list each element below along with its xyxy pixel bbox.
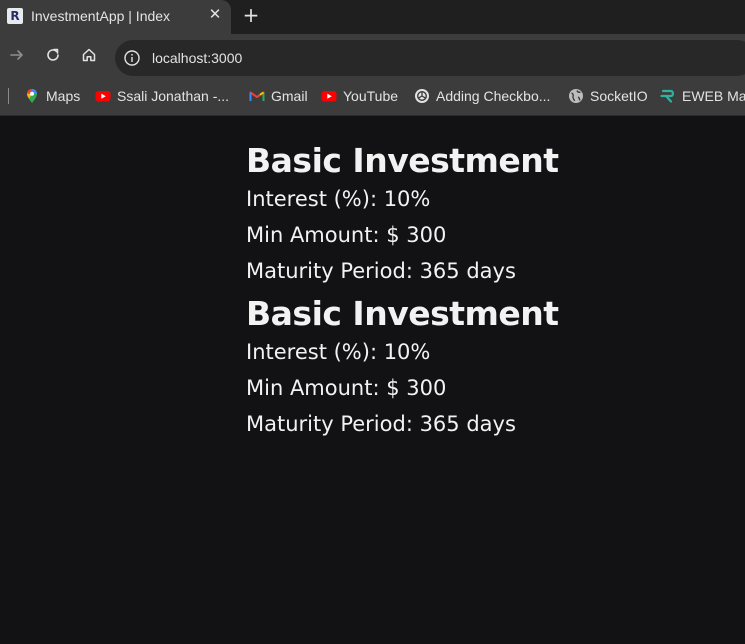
- maps-pin-icon: [27, 89, 37, 103]
- eweb-icon: [660, 89, 674, 103]
- bookmark-socketio[interactable]: SocketIO: [568, 87, 648, 105]
- bookmark-youtube[interactable]: YouTube: [321, 87, 398, 105]
- page-content: Basic Investment Interest (%): 10% Min A…: [0, 117, 745, 644]
- browser-tab[interactable]: R InvestmentApp | Index ✕: [0, 0, 231, 34]
- browser-toolbar: localhost:3000: [0, 34, 745, 76]
- close-tab-icon[interactable]: ✕: [207, 7, 223, 23]
- bookmark-label: Maps: [46, 88, 81, 104]
- youtube-icon: [321, 91, 337, 102]
- address-bar[interactable]: localhost:3000: [115, 40, 745, 76]
- gmail-icon: [249, 91, 265, 102]
- bookmarks-bar: Maps Ssali Jonathan -... Gmail YouTube A…: [0, 76, 745, 116]
- bookmark-ssali-jonathan[interactable]: Ssali Jonathan -...: [95, 87, 229, 105]
- bookmark-label: EWEB Ma: [682, 88, 745, 104]
- plan-maturity: Maturity Period: 365 days: [246, 412, 516, 436]
- plan-title: Basic Investment: [246, 294, 559, 333]
- url-text[interactable]: localhost:3000: [152, 50, 242, 66]
- bookmark-label: Ssali Jonathan -...: [117, 88, 230, 104]
- reload-button[interactable]: [44, 46, 62, 64]
- tab-strip: R InvestmentApp | Index ✕ +: [0, 0, 745, 34]
- bookmark-maps[interactable]: Maps: [24, 87, 80, 105]
- bookmarks-separator: [8, 88, 9, 104]
- plan-maturity: Maturity Period: 365 days: [246, 259, 516, 283]
- bookmark-eweb[interactable]: EWEB Ma: [660, 87, 745, 105]
- home-icon: [82, 48, 96, 62]
- favicon-letter: R: [10, 9, 20, 23]
- investment-plan: Basic Investment Interest (%): 10% Min A…: [246, 141, 559, 289]
- bookmark-adding-checkbox[interactable]: Adding Checkbo...: [414, 87, 550, 105]
- reload-icon: [47, 48, 59, 61]
- globe-icon: [569, 89, 583, 103]
- bookmark-label: SocketIO: [590, 88, 648, 104]
- bookmark-gmail[interactable]: Gmail: [249, 87, 308, 105]
- arrow-right-icon: [10, 50, 23, 60]
- investment-plan: Basic Investment Interest (%): 10% Min A…: [246, 294, 559, 442]
- app-favicon-icon: R: [7, 8, 23, 24]
- plan-title: Basic Investment: [246, 141, 559, 180]
- plan-min-amount: Min Amount: $ 300: [246, 376, 447, 400]
- new-tab-button[interactable]: +: [242, 5, 260, 25]
- home-button[interactable]: [80, 46, 98, 64]
- forward-button[interactable]: [8, 46, 26, 64]
- bookmark-label: Gmail: [271, 88, 308, 104]
- openai-icon: [415, 89, 429, 103]
- plan-interest: Interest (%): 10%: [246, 187, 431, 211]
- youtube-icon: [95, 91, 111, 102]
- tab-title: InvestmentApp | Index: [31, 8, 171, 24]
- plan-interest: Interest (%): 10%: [246, 340, 431, 364]
- bookmark-label: YouTube: [343, 88, 399, 104]
- site-info-icon[interactable]: [123, 49, 141, 67]
- bookmark-label: Adding Checkbo...: [436, 88, 551, 104]
- plan-min-amount: Min Amount: $ 300: [246, 223, 447, 247]
